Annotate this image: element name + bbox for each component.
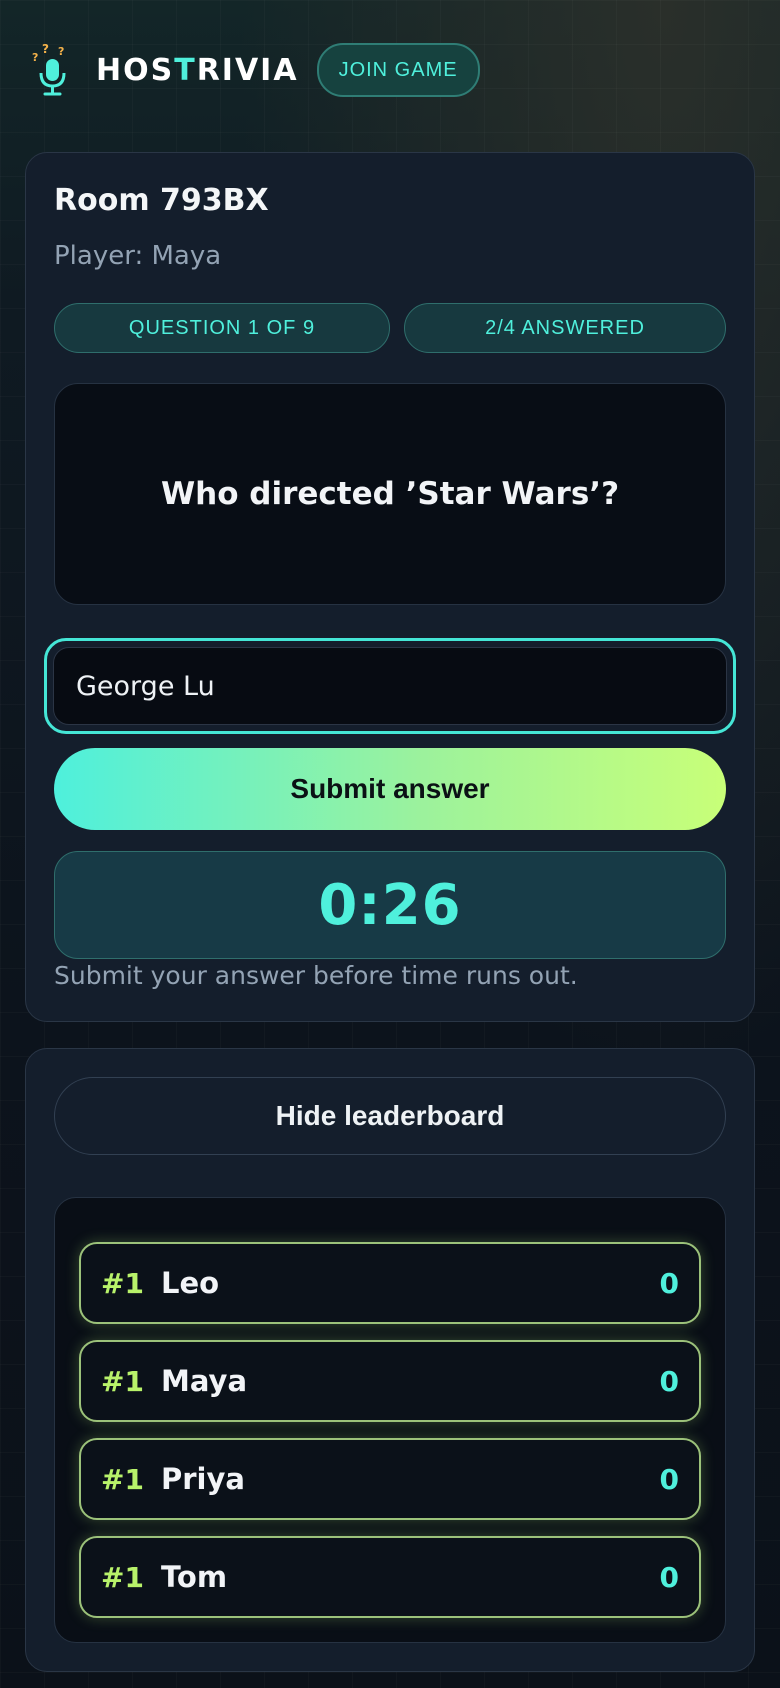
game-card: Room 793BX Player: Maya QUESTION 1 OF 9 … (25, 152, 755, 1022)
question-progress-badge: QUESTION 1 OF 9 (54, 303, 390, 353)
player-name: Tom (161, 1560, 228, 1594)
leaderboard-list: #1 Leo 0 #1 Maya 0 #1 Priya 0 #1 Tom 0 (54, 1197, 726, 1643)
rank-label: #1 (101, 1364, 144, 1398)
player-name: Maya (161, 1364, 248, 1398)
svg-text:?: ? (32, 51, 38, 64)
leaderboard-row: #1 Maya 0 (79, 1340, 701, 1422)
player-score: 0 (659, 1364, 679, 1398)
answered-count-badge: 2/4 ANSWERED (404, 303, 726, 353)
room-title: Room 793BX (54, 183, 269, 218)
timer-hint: Submit your answer before time runs out. (54, 961, 578, 990)
leaderboard-card: Hide leaderboard #1 Leo 0 #1 Maya 0 #1 P… (25, 1048, 755, 1672)
rank-label: #1 (101, 1266, 144, 1300)
player-name: Leo (161, 1266, 220, 1300)
svg-text:?: ? (42, 42, 49, 56)
brand-name[interactable]: HOSTRIVIA (96, 53, 299, 88)
player-score: 0 (659, 1462, 679, 1496)
app-header: ? ? ? HOSTRIVIA JOIN GAME (30, 40, 480, 100)
leaderboard-row: #1 Priya 0 (79, 1438, 701, 1520)
hide-leaderboard-button[interactable]: Hide leaderboard (54, 1077, 726, 1155)
player-name: Priya (161, 1462, 245, 1496)
answer-field-focus-ring (44, 638, 736, 734)
question-text: Who directed ’Star Wars’? (54, 383, 726, 605)
rank-label: #1 (101, 1560, 144, 1594)
join-game-button[interactable]: JOIN GAME (316, 43, 480, 97)
leaderboard-row: #1 Tom 0 (79, 1536, 701, 1618)
player-score: 0 (659, 1266, 679, 1300)
leaderboard-row: #1 Leo 0 (79, 1242, 701, 1324)
brand-accent-letter: T (174, 52, 197, 88)
submit-answer-button[interactable]: Submit answer (54, 748, 726, 830)
svg-text:?: ? (58, 45, 64, 58)
countdown-timer: 0:26 (54, 851, 726, 959)
player-score: 0 (659, 1560, 679, 1594)
answer-input[interactable] (53, 647, 727, 725)
player-label: Player: Maya (54, 241, 222, 271)
microphone-icon: ? ? ? (32, 42, 66, 96)
rank-label: #1 (101, 1462, 144, 1496)
